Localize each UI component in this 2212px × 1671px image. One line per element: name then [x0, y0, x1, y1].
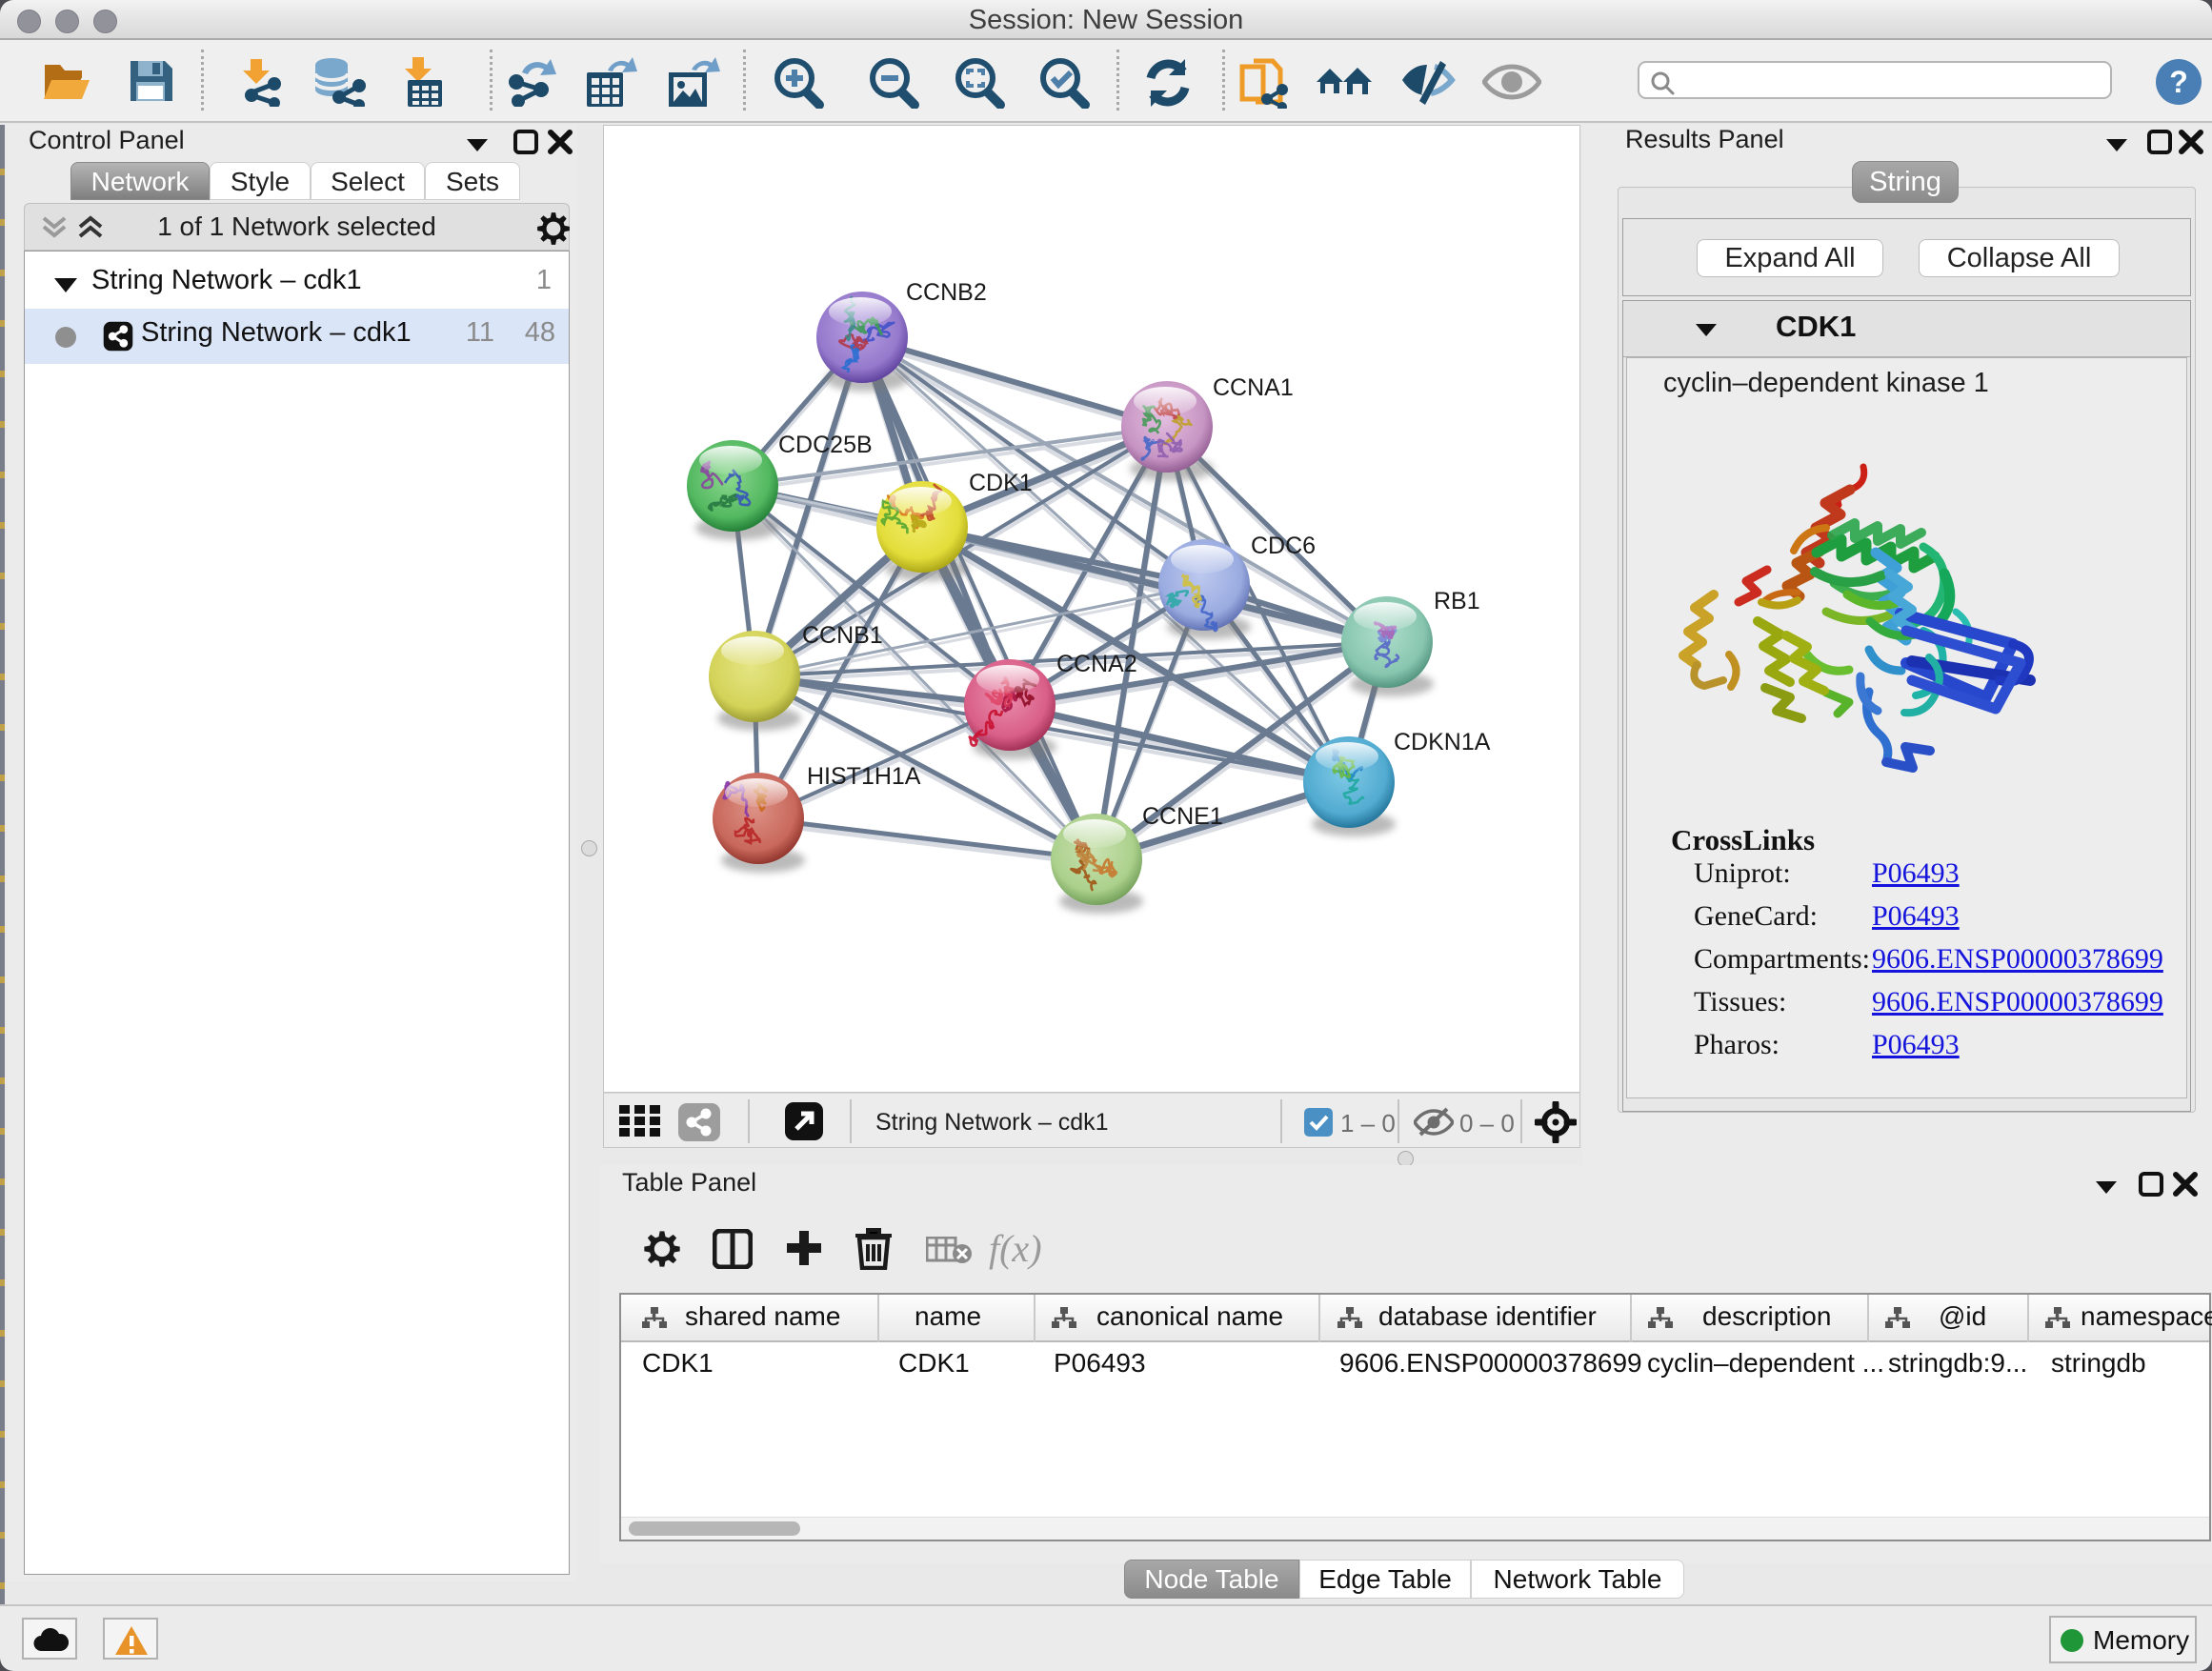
- svg-text:CDK1: CDK1: [969, 470, 1033, 496]
- svg-text:CDC25B: CDC25B: [778, 432, 873, 458]
- svg-text:CCNB1: CCNB1: [802, 622, 883, 649]
- svg-text:CCNA2: CCNA2: [1056, 651, 1137, 677]
- svg-text:CCNB2: CCNB2: [906, 279, 987, 306]
- svg-text:CCNE1: CCNE1: [1142, 803, 1223, 830]
- svg-text:RB1: RB1: [1434, 588, 1480, 614]
- svg-text:CDKN1A: CDKN1A: [1394, 729, 1491, 755]
- svg-text:HIST1H1A: HIST1H1A: [807, 763, 921, 790]
- svg-text:CDC6: CDC6: [1251, 533, 1316, 559]
- svg-text:?: ?: [2169, 65, 2188, 99]
- svg-text:CCNA1: CCNA1: [1213, 374, 1294, 401]
